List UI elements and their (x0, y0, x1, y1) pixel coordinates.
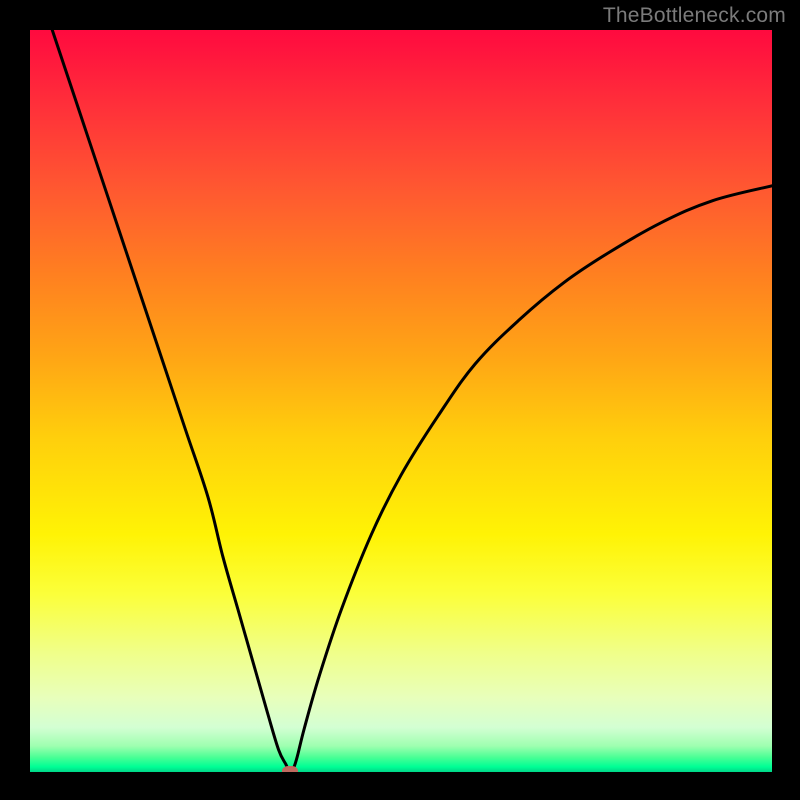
watermark-text: TheBottleneck.com (603, 4, 786, 28)
plot-area (30, 30, 772, 772)
optimum-marker (282, 766, 298, 772)
chart-frame: TheBottleneck.com (0, 0, 800, 800)
bottleneck-curve (52, 30, 772, 772)
curve-svg (30, 30, 772, 772)
